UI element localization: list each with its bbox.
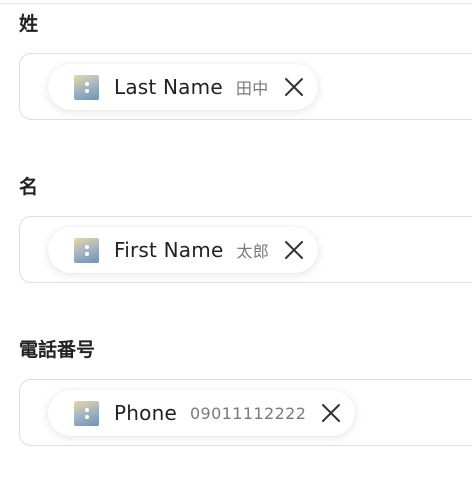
token-name: Phone: [114, 401, 177, 425]
last-name-field[interactable]: Last Name 田中: [19, 53, 472, 120]
token-value: 田中: [235, 79, 269, 98]
close-icon[interactable]: [284, 77, 304, 97]
close-icon[interactable]: [321, 403, 341, 423]
token-name: First Name: [114, 238, 224, 262]
variable-field-icon: [74, 74, 99, 100]
phone-token[interactable]: Phone 09011112222: [48, 390, 356, 436]
first-name-token[interactable]: First Name 太郎: [48, 227, 319, 273]
last-name-label: 姓: [19, 13, 39, 35]
top-divider: [0, 3, 472, 4]
last-name-token[interactable]: Last Name 田中: [48, 64, 318, 110]
token-name: Last Name: [114, 75, 223, 99]
variable-field-icon: [74, 400, 99, 426]
token-value: 太郎: [236, 242, 270, 261]
token-value: 09011112222: [189, 403, 307, 423]
phone-label: 電話番号: [19, 339, 96, 361]
close-icon[interactable]: [284, 240, 304, 260]
first-name-label: 名: [19, 176, 39, 198]
phone-field[interactable]: Phone 09011112222: [19, 379, 472, 446]
variable-field-icon: [74, 237, 99, 263]
first-name-field[interactable]: First Name 太郎: [19, 216, 472, 283]
